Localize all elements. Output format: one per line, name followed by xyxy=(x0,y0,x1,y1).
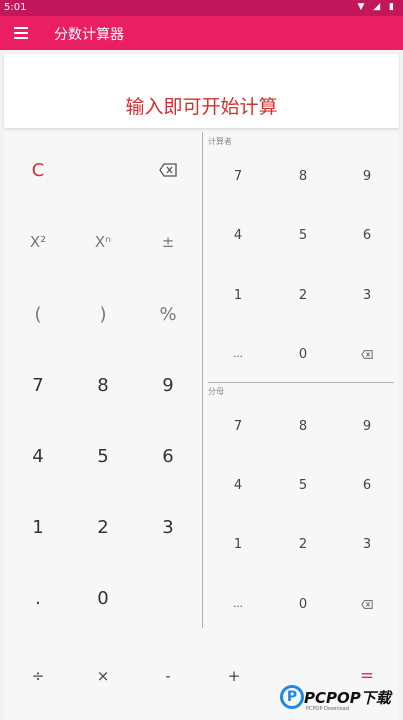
numerator-backspace-button[interactable] xyxy=(335,334,399,374)
watermark-brand: PCPOP下载 xyxy=(304,689,391,707)
power-button[interactable]: Xⁿ xyxy=(71,222,135,262)
digit-3-button[interactable]: 3 xyxy=(136,507,200,547)
column-divider xyxy=(202,132,203,628)
app-title: 分数计算器 xyxy=(54,27,124,43)
digit-8-button[interactable]: 8 xyxy=(71,365,135,405)
keypad: C X² Xⁿ ± ( ) % 7 8 9 4 5 6 1 2 3 . 0 计算… xyxy=(4,132,399,720)
numerator-digit-7[interactable]: 7 xyxy=(206,156,270,196)
backspace-icon xyxy=(361,599,373,609)
numerator-digit-0[interactable]: 0 xyxy=(271,334,335,374)
numerator-digit-3[interactable]: 3 xyxy=(335,275,399,315)
right-paren-button[interactable]: ) xyxy=(71,294,135,334)
plus-minus-button[interactable]: ± xyxy=(136,222,200,262)
denominator-digit-0[interactable]: 0 xyxy=(271,584,335,624)
numerator-digit-2[interactable]: 2 xyxy=(271,275,335,315)
digit-5-button[interactable]: 5 xyxy=(71,436,135,476)
numerator-digit-5[interactable]: 5 xyxy=(271,215,335,255)
denominator-digit-5[interactable]: 5 xyxy=(271,465,335,505)
numerator-digit-9[interactable]: 9 xyxy=(335,156,399,196)
menu-icon[interactable] xyxy=(14,24,32,42)
digit-7-button[interactable]: 7 xyxy=(6,365,70,405)
left-paren-button[interactable]: ( xyxy=(6,294,70,334)
digit-9-button[interactable]: 9 xyxy=(136,365,200,405)
backspace-icon xyxy=(159,163,177,177)
denominator-digit-8[interactable]: 8 xyxy=(271,406,335,446)
digit-0-button[interactable]: 0 xyxy=(71,578,135,618)
fraction-divider xyxy=(208,382,394,383)
plus-button[interactable]: + xyxy=(202,656,266,696)
denominator-digit-9[interactable]: 9 xyxy=(335,406,399,446)
result-display: 输入即可开始计算 xyxy=(4,54,399,128)
digit-2-button[interactable]: 2 xyxy=(71,507,135,547)
denominator-digit-7[interactable]: 7 xyxy=(206,406,270,446)
watermark-badge: P xyxy=(280,685,304,709)
watermark-sub: PCPOP Download xyxy=(306,706,349,712)
numerator-label: 计算者 xyxy=(208,137,232,146)
backspace-button[interactable] xyxy=(136,150,200,190)
watermark: P PCPOP下载 PCPOP Download xyxy=(280,683,400,717)
denominator-label: 分母 xyxy=(208,387,224,396)
multiply-button[interactable]: × xyxy=(71,656,135,696)
digit-1-button[interactable]: 1 xyxy=(6,507,70,547)
denominator-digit-4[interactable]: 4 xyxy=(206,465,270,505)
backspace-icon xyxy=(361,349,373,359)
status-icons: ▼ ◢ ▮ xyxy=(357,2,397,12)
digit-6-button[interactable]: 6 xyxy=(136,436,200,476)
display-text: 输入即可开始计算 xyxy=(125,96,278,118)
decimal-button[interactable]: . xyxy=(6,578,70,618)
square-button[interactable]: X² xyxy=(6,222,70,262)
numerator-digit-8[interactable]: 8 xyxy=(271,156,335,196)
denominator-digit-1[interactable]: 1 xyxy=(206,524,270,564)
status-time: 5:01 xyxy=(4,2,27,13)
numerator-digit-6[interactable]: 6 xyxy=(335,215,399,255)
denominator-digit-3[interactable]: 3 xyxy=(335,524,399,564)
denominator-ellipsis-button[interactable]: ... xyxy=(206,584,270,624)
app-bar: 分数计算器 xyxy=(0,16,403,50)
minus-button[interactable]: - xyxy=(136,656,200,696)
divide-button[interactable]: ÷ xyxy=(6,656,70,696)
denominator-digit-6[interactable]: 6 xyxy=(335,465,399,505)
digit-4-button[interactable]: 4 xyxy=(6,436,70,476)
denominator-digit-2[interactable]: 2 xyxy=(271,524,335,564)
numerator-digit-1[interactable]: 1 xyxy=(206,275,270,315)
clear-button[interactable]: C xyxy=(6,150,70,190)
status-bar: 5:01 ▼ ◢ ▮ xyxy=(0,0,403,16)
denominator-backspace-button[interactable] xyxy=(335,584,399,624)
numerator-digit-4[interactable]: 4 xyxy=(206,215,270,255)
numerator-ellipsis-button[interactable]: ... xyxy=(206,334,270,374)
percent-button[interactable]: % xyxy=(136,294,200,334)
